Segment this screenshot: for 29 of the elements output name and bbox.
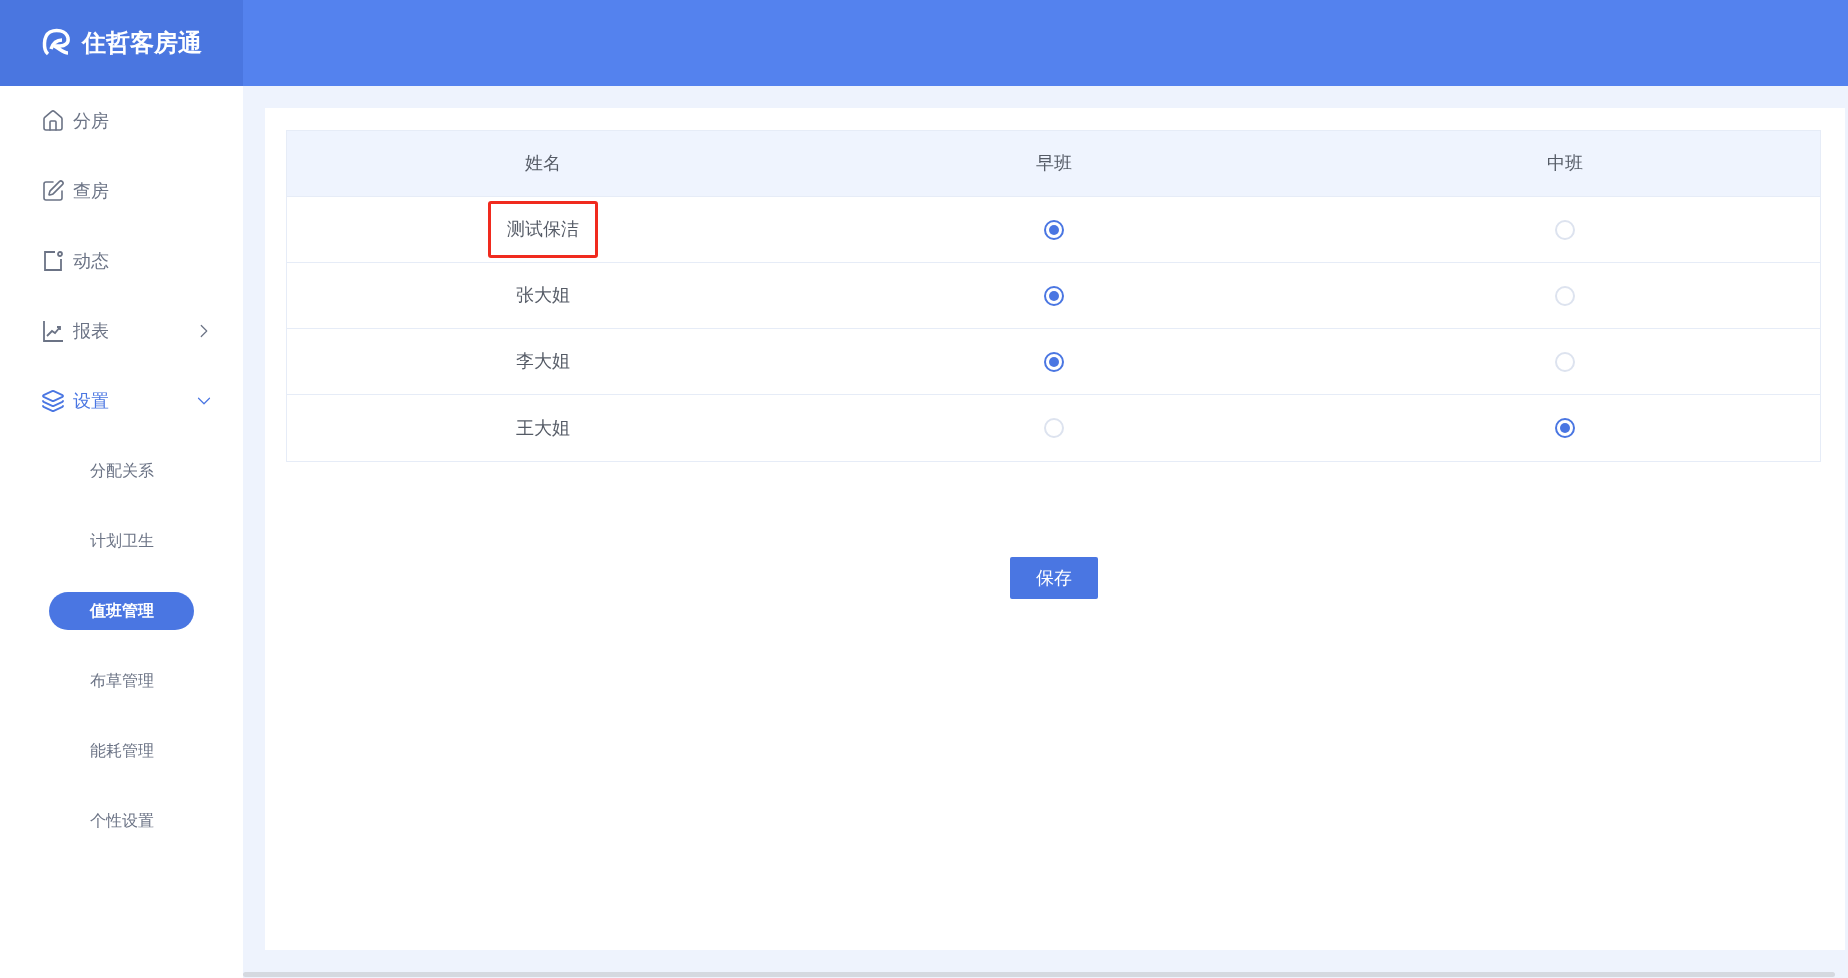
sidebar-item[interactable]: 查房 [0, 156, 243, 226]
layers-icon [41, 389, 65, 413]
submenu-item[interactable]: 能耗管理 [49, 732, 194, 770]
sidebar-item[interactable]: 设置 [0, 366, 243, 436]
submenu-item[interactable]: 个性设置 [49, 802, 194, 840]
sidebar-item[interactable]: 动态 [0, 226, 243, 296]
column-header: 姓名 [524, 152, 561, 175]
column-header: 早班 [1035, 152, 1072, 175]
save-button[interactable]: 保存 [1009, 557, 1098, 599]
submenu-item[interactable]: 布草管理 [49, 662, 194, 700]
name-cell: 测试保洁 [487, 201, 598, 258]
submenu-item[interactable]: 分配关系 [49, 452, 194, 490]
column-header: 中班 [1546, 152, 1583, 175]
radio-button[interactable] [1554, 418, 1575, 438]
submenu-item[interactable]: 值班管理 [49, 592, 194, 630]
square-dot-icon [41, 249, 65, 273]
home-icon [41, 109, 65, 133]
sidebar-item[interactable]: 分房 [0, 86, 243, 156]
radio-button[interactable] [1043, 285, 1064, 306]
name-cell-text: 张大姐 [515, 284, 570, 307]
radio-button[interactable] [1043, 351, 1064, 372]
name-cell-text: 王大姐 [515, 416, 570, 440]
sidebar-item[interactable]: 报表 [0, 296, 243, 366]
line-chart-icon [41, 319, 65, 343]
name-cell-text: 李大姐 [515, 350, 570, 373]
edit-icon [41, 179, 65, 203]
submenu-item[interactable]: 计划卫生 [49, 522, 194, 560]
radio-button[interactable] [1043, 219, 1064, 240]
brand-title: 住哲客房通 [82, 28, 202, 58]
